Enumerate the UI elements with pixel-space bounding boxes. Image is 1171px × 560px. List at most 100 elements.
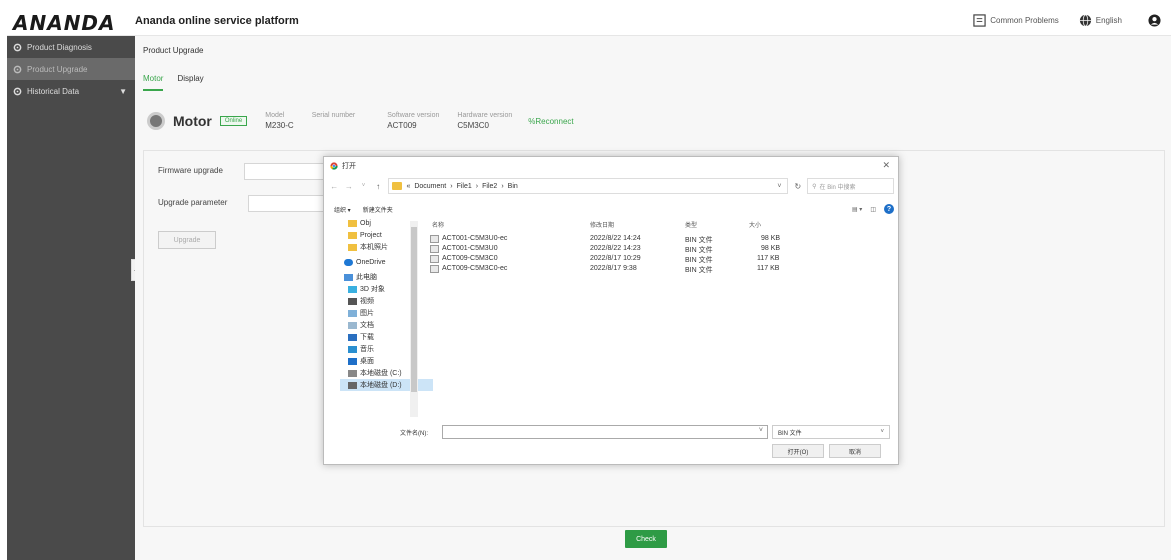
folder-icon bbox=[348, 243, 357, 251]
address-dropdown-icon[interactable]: ˅ bbox=[777, 183, 781, 190]
file-type: BIN 文件 bbox=[685, 247, 713, 254]
column-header-type[interactable]: 类型 bbox=[685, 220, 697, 229]
nav-item-label: 3D 对象 bbox=[360, 286, 385, 293]
filename-dropdown-icon[interactable]: ˅ bbox=[759, 427, 763, 434]
path-segment[interactable]: Document bbox=[414, 183, 446, 190]
file-row[interactable]: ACT001-C5M3U0-ec 2022/8/22 14:24 BIN 文件 … bbox=[428, 235, 894, 245]
file-row[interactable]: ACT001-C5M3U0 2022/8/22 14:23 BIN 文件 98 … bbox=[428, 245, 894, 255]
recent-dropdown-icon[interactable]: ˅ bbox=[359, 183, 368, 189]
software-value: ACT009 bbox=[387, 121, 417, 130]
model-label: Model bbox=[265, 112, 285, 119]
download-icon bbox=[348, 333, 357, 341]
search-input[interactable]: ⚲ 在 Bin 中搜索 bbox=[807, 178, 895, 194]
nav-item-music[interactable]: 音乐 bbox=[340, 343, 433, 355]
nav-item-onedrive[interactable]: OneDrive bbox=[340, 256, 433, 268]
filetype-select[interactable]: BIN 文件 ˅ bbox=[772, 425, 890, 439]
hardware-label: Hardware version bbox=[457, 112, 513, 119]
user-avatar-icon bbox=[1148, 14, 1161, 27]
cancel-button[interactable]: 取消 bbox=[829, 444, 881, 458]
nav-item-label: 桌面 bbox=[360, 358, 374, 365]
address-bar[interactable]: « Document › File1 › File2 › Bin ˅ bbox=[388, 178, 789, 194]
model-info: Model M230-C bbox=[265, 112, 293, 130]
nav-item-label: OneDrive bbox=[356, 258, 386, 266]
file-icon bbox=[430, 245, 439, 255]
software-info: Software version ACT009 bbox=[387, 112, 439, 130]
app-title: Ananda online service platform bbox=[135, 15, 299, 27]
nav-item-pictures[interactable]: 图片 bbox=[340, 307, 433, 319]
cube-icon bbox=[348, 285, 357, 293]
path-segment[interactable]: Bin bbox=[508, 183, 518, 190]
filename-input[interactable]: ˅ bbox=[442, 425, 768, 439]
common-problems-label: Common Problems bbox=[990, 16, 1059, 25]
path-prefix: « bbox=[406, 182, 411, 190]
sidebar-item-label: Historical Data bbox=[27, 86, 80, 96]
organize-menu[interactable]: 组织 ▾ bbox=[334, 205, 351, 214]
reconnect-link[interactable]: %Reconnect bbox=[528, 117, 573, 126]
user-menu[interactable] bbox=[1148, 14, 1161, 27]
preview-pane-icon[interactable]: ◫ bbox=[870, 206, 876, 213]
nav-item-drive-d[interactable]: 本地磁盘 (D:) bbox=[340, 379, 433, 391]
nav-item-this-pc[interactable]: 此电脑 bbox=[340, 271, 433, 283]
file-date: 2022/8/22 14:24 bbox=[590, 235, 641, 242]
open-button[interactable]: 打开(O) bbox=[772, 444, 824, 458]
close-icon[interactable]: ✕ bbox=[882, 160, 890, 171]
page-title: Product Upgrade bbox=[143, 46, 204, 55]
nav-item-project[interactable]: Project bbox=[340, 229, 433, 241]
header-actions: Common Problems English bbox=[959, 14, 1161, 27]
view-options-icon[interactable]: ▤ ▾ bbox=[852, 206, 862, 213]
video-icon bbox=[348, 297, 357, 305]
sidebar-item-historical-data[interactable]: Historical Data ▼ bbox=[7, 80, 135, 102]
nav-item-obj[interactable]: Obj bbox=[340, 217, 433, 229]
up-arrow-icon[interactable]: ↑ bbox=[374, 182, 383, 191]
sidebar-item-product-upgrade[interactable]: Product Upgrade bbox=[7, 58, 135, 80]
file-size: 98 KB bbox=[761, 245, 781, 252]
filename-label: 文件名(N): bbox=[400, 431, 428, 437]
nav-item-desktop[interactable]: 桌面 bbox=[340, 355, 433, 367]
file-size: 98 KB bbox=[761, 235, 781, 242]
column-header-date[interactable]: 修改日期 bbox=[590, 220, 614, 229]
music-icon bbox=[348, 345, 357, 353]
sidebar-item-label: Product Diagnosis bbox=[27, 42, 92, 52]
file-type: BIN 文件 bbox=[685, 257, 713, 264]
drive-icon bbox=[348, 381, 357, 389]
nav-scrollbar-thumb[interactable] bbox=[411, 227, 417, 392]
refresh-icon[interactable]: ↻ bbox=[794, 182, 801, 191]
new-folder-button[interactable]: 新建文件夹 bbox=[363, 205, 393, 214]
brand-logo[interactable]: ANANDA bbox=[13, 11, 116, 35]
tab-display[interactable]: Display bbox=[177, 74, 203, 91]
nav-item-label: 本地磁盘 (C:) bbox=[360, 370, 402, 377]
help-icon[interactable]: ? bbox=[884, 204, 894, 214]
search-icon: ⚲ bbox=[812, 183, 817, 190]
column-header-size[interactable]: 大小 bbox=[749, 220, 761, 229]
file-row[interactable]: ACT009-C5M3C0 2022/8/17 10:29 BIN 文件 117… bbox=[428, 255, 894, 265]
chevron-down-icon: ˅ bbox=[880, 429, 884, 435]
tab-motor[interactable]: Motor bbox=[143, 74, 164, 91]
path-segment[interactable]: File1 bbox=[457, 183, 472, 190]
nav-item-documents[interactable]: 文档 bbox=[340, 319, 433, 331]
check-button[interactable]: Check bbox=[625, 530, 667, 548]
model-value: M230-C bbox=[265, 121, 294, 130]
nav-item-photos[interactable]: 本机照片 bbox=[340, 241, 433, 253]
upgrade-button[interactable]: Upgrade bbox=[158, 231, 216, 249]
serial-info: Serial number bbox=[312, 112, 356, 130]
top-header: ANANDA Ananda online service platform Co… bbox=[7, 6, 1171, 36]
common-problems-link[interactable]: Common Problems bbox=[973, 14, 1059, 27]
device-name: Motor bbox=[173, 113, 212, 129]
language-selector[interactable]: English bbox=[1079, 14, 1122, 27]
sidebar-item-product-diagnosis[interactable]: Product Diagnosis bbox=[7, 36, 135, 58]
nav-item-drive-c[interactable]: 本地磁盘 (C:) bbox=[340, 367, 433, 379]
firmware-upgrade-label: Firmware upgrade bbox=[158, 166, 223, 175]
column-header-name[interactable]: 名称 bbox=[432, 220, 444, 229]
faq-icon bbox=[973, 14, 986, 27]
back-arrow-icon[interactable]: ← bbox=[330, 182, 339, 191]
nav-item-downloads[interactable]: 下载 bbox=[340, 331, 433, 343]
forward-arrow-icon[interactable]: → bbox=[345, 182, 354, 191]
file-name: ACT001-C5M3U0 bbox=[442, 245, 498, 252]
file-date: 2022/8/17 9:38 bbox=[590, 265, 637, 272]
nav-item-3d-objects[interactable]: 3D 对象 bbox=[340, 283, 433, 295]
file-date: 2022/8/17 10:29 bbox=[590, 255, 641, 262]
sidebar-item-label: Product Upgrade bbox=[27, 64, 88, 74]
nav-item-videos[interactable]: 视频 bbox=[340, 295, 433, 307]
file-row[interactable]: ACT009-C5M3C0-ec 2022/8/17 9:38 BIN 文件 1… bbox=[428, 265, 894, 275]
path-segment[interactable]: File2 bbox=[482, 183, 497, 190]
